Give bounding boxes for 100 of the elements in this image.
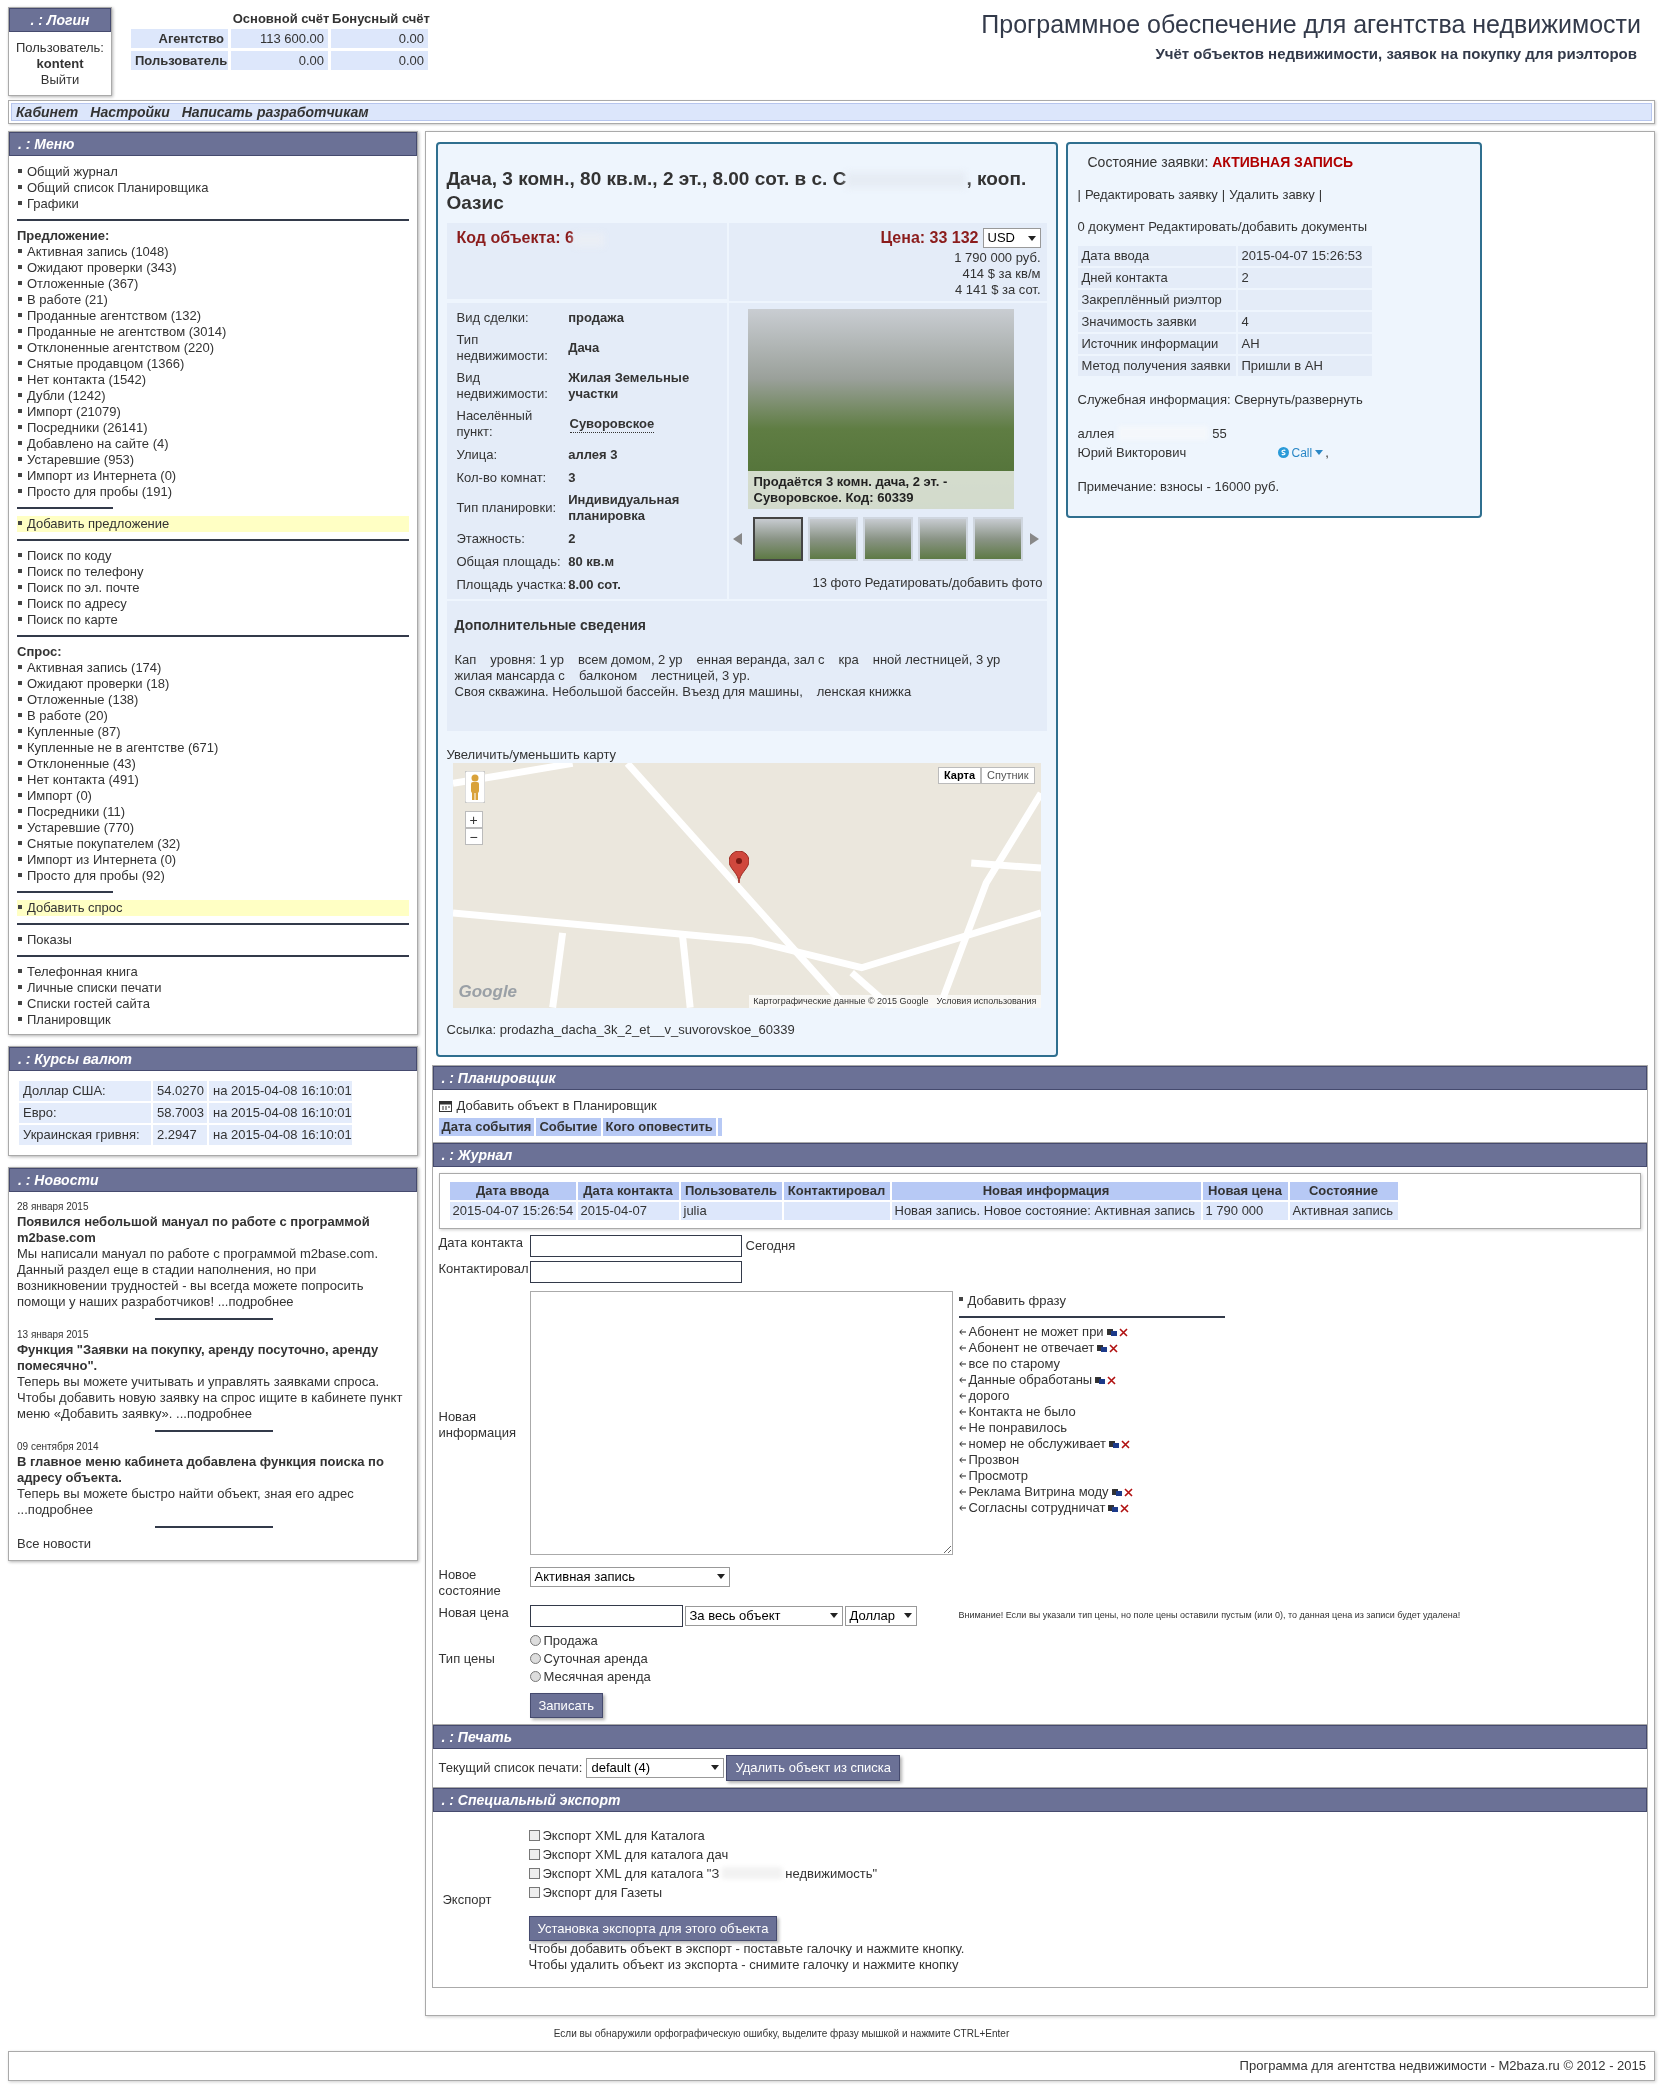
toggle-link[interactable]: Свернуть/развернуть (1234, 392, 1363, 407)
menu-item[interactable]: Дубли (1242) (17, 388, 409, 404)
button[interactable]: Установка экспорта для этого объекта (528, 1915, 778, 1941)
map-type-button[interactable]: Карта (937, 767, 981, 784)
menu-item[interactable]: Импорт из Интернета (0) (17, 852, 409, 868)
zoom-out-button[interactable]: − (464, 828, 483, 845)
map-toggle-link[interactable]: Увеличить/уменьшить карту (446, 747, 1047, 763)
terms-link[interactable]: Условия использования (936, 995, 1037, 1008)
button[interactable]: Удалить объект из списка (726, 1755, 901, 1781)
menu-item[interactable]: Нет контакта (1542) (17, 372, 409, 388)
menu-item[interactable]: Добавить предложение (17, 516, 409, 532)
checkbox-option[interactable]: Экспорт XML для каталога "З недвижимость" (528, 1863, 965, 1883)
planner-add-link[interactable]: Добавить объект в Планировщик (438, 1096, 1641, 1116)
property-value[interactable]: Суворовское (569, 415, 655, 433)
menu-item[interactable]: Импорт (0) (17, 788, 409, 804)
thumbnail[interactable] (752, 517, 803, 561)
menu-item[interactable]: Импорт из Интернета (0) (17, 468, 409, 484)
menu-item[interactable]: Отклоненные агентством (220) (17, 340, 409, 356)
thumbnail[interactable] (972, 517, 1023, 561)
checkbox-option[interactable]: Экспорт XML для каталога дач (528, 1844, 965, 1864)
phrase-link[interactable]: Абонент не может при (968, 1324, 1104, 1340)
all-news-link[interactable]: Все новости (17, 1536, 409, 1552)
news-headline[interactable]: В главное меню кабинета добавлена функция поиска по адресу объекта. (17, 1454, 409, 1486)
more-link[interactable]: ...подробнее (17, 1502, 93, 1517)
thumbnail[interactable] (917, 517, 968, 561)
menu-item[interactable]: Личные списки печати (17, 980, 409, 996)
nav-link[interactable]: Кабинет (16, 101, 79, 123)
menu-item[interactable]: Поиск по эл. почте (17, 580, 409, 596)
phrase-link[interactable]: Прозвон (968, 1452, 1020, 1468)
edit-photos-link[interactable]: Редатировать/добавить фото (864, 575, 1043, 590)
today-link[interactable]: Сегодня (745, 1235, 796, 1256)
menu-item[interactable]: Импорт (21079) (17, 404, 409, 420)
select-field[interactable]: USD (982, 228, 1041, 248)
menu-item[interactable]: Посредники (11) (17, 804, 409, 820)
call-link[interactable]: Call (1277, 443, 1324, 462)
menu-item[interactable]: Ожидают проверки (343) (17, 260, 409, 276)
menu-item[interactable]: Графики (17, 196, 409, 212)
action-link[interactable]: Редактировать заявку (1084, 185, 1218, 205)
radio-option[interactable]: Суточная аренда (529, 1650, 651, 1667)
phrase-link[interactable]: Данные обработаны (968, 1372, 1093, 1388)
menu-item[interactable]: Снятые продавцом (1366) (17, 356, 409, 372)
select-field[interactable]: default (4) (586, 1757, 725, 1778)
more-link[interactable]: ...подробнее (217, 1294, 294, 1309)
menu-item[interactable]: Устаревшие (953) (17, 452, 409, 468)
menu-item[interactable]: Поиск по коду (17, 548, 409, 564)
map-type-button[interactable]: Спутник (981, 767, 1035, 784)
menu-item[interactable]: Общий список Планировщика (17, 180, 409, 196)
menu-item[interactable]: Посредники (26141) (17, 420, 409, 436)
menu-item[interactable]: Снятые покупателем (32) (17, 836, 409, 852)
menu-item[interactable]: Купленные не в агентстве (671) (17, 740, 409, 756)
menu-item[interactable]: Планировщик (17, 1012, 409, 1028)
news-headline[interactable]: Появился небольшой мануал по работе с программой m2base.com (17, 1214, 409, 1246)
phrase-link[interactable]: Просмотр (968, 1468, 1028, 1484)
menu-item[interactable]: В работе (20) (17, 708, 409, 724)
menu-item[interactable]: Проданные агентством (132) (17, 308, 409, 324)
menu-item[interactable]: Добавить спрос (17, 900, 409, 916)
input-field[interactable] (529, 1260, 742, 1283)
select-field[interactable]: Активная запись (529, 1566, 730, 1587)
select-field[interactable]: Доллар (844, 1605, 917, 1626)
action-link[interactable]: Удалить завку (1229, 185, 1315, 205)
nav-link[interactable]: Написать разработчикам (181, 101, 369, 123)
input-field[interactable] (529, 1604, 683, 1627)
button[interactable]: Записать (529, 1692, 604, 1718)
add-phrase-link[interactable]: Добавить фразу (958, 1290, 1225, 1310)
logout-link[interactable]: Выйти (9, 72, 111, 88)
zoom-in-button[interactable]: + (464, 811, 483, 828)
phrase-link[interactable]: все по старому (968, 1356, 1061, 1372)
menu-item[interactable]: Купленные (87) (17, 724, 409, 740)
radio-option[interactable]: Месячная аренда (529, 1668, 651, 1685)
menu-item[interactable]: Просто для пробы (92) (17, 868, 409, 884)
menu-item[interactable]: Поиск по телефону (17, 564, 409, 580)
menu-item[interactable]: Поиск по карте (17, 612, 409, 628)
thumbnail[interactable] (862, 517, 913, 561)
more-link[interactable]: ...подробнее (176, 1406, 253, 1421)
checkbox-option[interactable]: Экспорт XML для Каталога (528, 1825, 965, 1845)
menu-item[interactable]: Отклоненные (43) (17, 756, 409, 772)
menu-item[interactable]: В работе (21) (17, 292, 409, 308)
docs-link[interactable]: Редактировать/добавить документы (1148, 218, 1368, 234)
menu-item[interactable]: Показы (17, 932, 409, 948)
input-field[interactable] (529, 1234, 742, 1257)
select-field[interactable]: За весь объект (684, 1605, 843, 1626)
menu-item[interactable]: Активная запись (1048) (17, 244, 409, 260)
menu-item[interactable]: Проданные не агентством (3014) (17, 324, 409, 340)
radio-option[interactable]: Продажа (529, 1632, 651, 1649)
phrase-link[interactable]: дорого (968, 1388, 1010, 1404)
phrase-link[interactable]: Согласны сотрудничат (968, 1500, 1106, 1516)
menu-item[interactable]: Ожидают проверки (18) (17, 676, 409, 692)
menu-item[interactable]: Активная запись (174) (17, 660, 409, 676)
nav-link[interactable]: Настройки (90, 101, 170, 123)
thumbnail[interactable] (807, 517, 858, 561)
checkbox-option[interactable]: Экспорт для Газеты (528, 1882, 965, 1902)
menu-item[interactable]: Просто для пробы (191) (17, 484, 409, 500)
news-headline[interactable]: Функция "Заявки на покупку, аренду посуточно, аренду помесячно". (17, 1342, 409, 1374)
menu-item[interactable]: Телефонная книга (17, 964, 409, 980)
phrase-link[interactable]: Реклама Витрина моду (968, 1484, 1109, 1500)
menu-item[interactable]: Поиск по адресу (17, 596, 409, 612)
menu-item[interactable]: Отложенные (138) (17, 692, 409, 708)
menu-item[interactable]: Общий журнал (17, 164, 409, 180)
phrase-link[interactable]: Не понравилось (968, 1420, 1068, 1436)
menu-item[interactable]: Нет контакта (491) (17, 772, 409, 788)
